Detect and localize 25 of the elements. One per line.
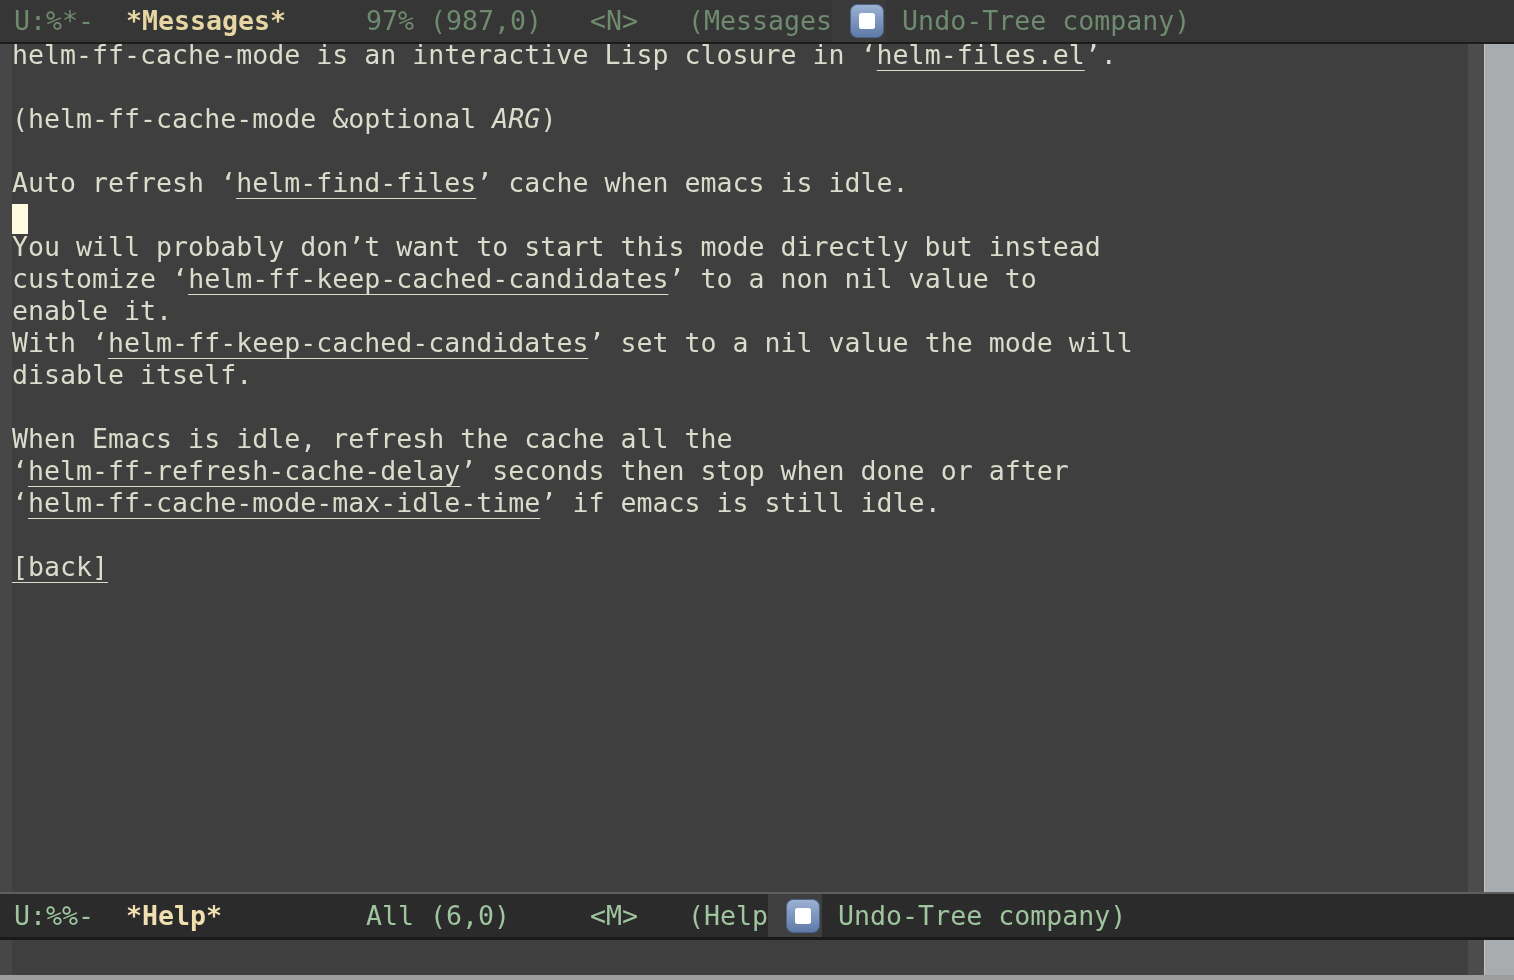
minor-modes: Undo-Tree company) [902, 5, 1191, 37]
link[interactable]: helm-ff-keep-cached-candidates [108, 327, 589, 358]
major-mode: (Help [688, 899, 769, 932]
square-tile-icon [768, 894, 823, 937]
help-paragraph: You will probably don’t want to start this mode directly but instead customize ‘helm-ff-keep-cached-candidates’ to a non nil value to enable it. With ‘helm-ff-keep-cached-candidates’ set to a nil value the mode will disable itself. [12, 236, 1133, 392]
help-paragraph: When Emacs is idle, refresh the cache all the ‘helm-ff-refresh-cache-delay’ seconds then stop when done or after ‘helm-ff-cache-mode-max-idle-time’ if emacs is still idle. [12, 428, 1069, 520]
scrollbar[interactable] [1484, 44, 1514, 892]
cursor-position: All (6,0) [366, 899, 511, 931]
left-fringe [0, 940, 12, 975]
cursor-position: 97% (987,0) [366, 5, 543, 36]
link[interactable]: helm-ff-refresh-cache-delay [28, 455, 461, 486]
buffer-name: *Help* [126, 899, 223, 931]
link[interactable]: helm-ff-cache-mode-max-idle-time [28, 487, 541, 518]
right-fringe [1468, 940, 1484, 975]
editor-state: <N> [590, 5, 639, 36]
minor-modes: Undo-Tree company) [838, 899, 1127, 932]
editor-state: <M> [590, 899, 639, 931]
status-flags: U:%*- [14, 5, 95, 36]
status-flags: U:%%- [14, 899, 95, 931]
major-mode: (Messages [688, 5, 833, 37]
link[interactable]: [back] [12, 551, 109, 582]
link[interactable]: helm-ff-keep-cached-candidates [188, 263, 669, 294]
help-paragraph: (helm-ff-cache-mode &optional ARG) [12, 108, 557, 136]
frame-edge [1484, 940, 1514, 975]
buffer-name: *Messages* [126, 5, 287, 36]
